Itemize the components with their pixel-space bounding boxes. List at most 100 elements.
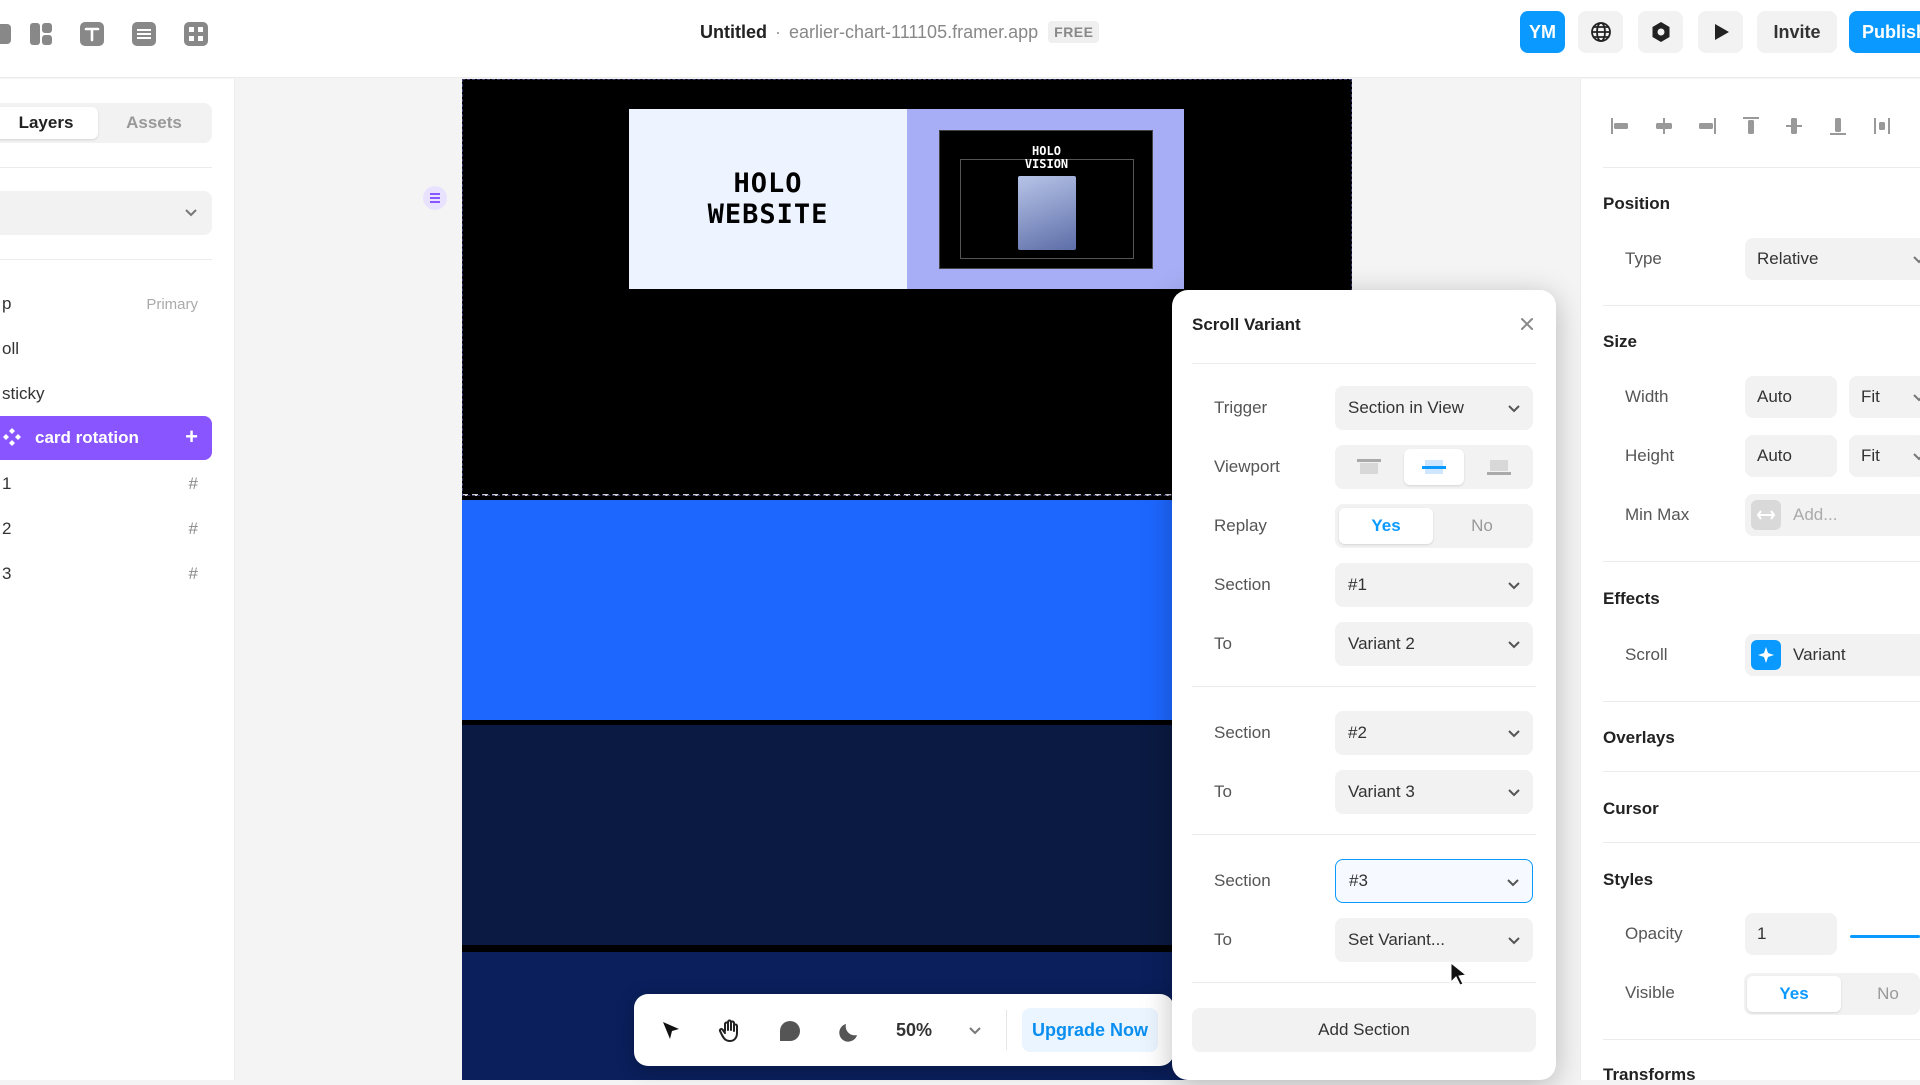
visible-yes[interactable]: Yes xyxy=(1747,976,1841,1012)
layer-item[interactable]: 3 # xyxy=(0,554,212,594)
layer-name: sticky xyxy=(2,384,45,403)
invite-button[interactable]: Invite xyxy=(1757,11,1837,53)
popup-title: Scroll Variant xyxy=(1192,315,1301,334)
hand-icon[interactable] xyxy=(715,1016,745,1046)
visible-no[interactable]: No xyxy=(1848,976,1920,1012)
hero-title: HOLO WEBSITE xyxy=(707,167,829,230)
layer-name: 3 xyxy=(2,564,12,583)
divider xyxy=(0,259,212,260)
viewport-top-option[interactable] xyxy=(1339,449,1399,485)
align-top-icon xyxy=(1357,459,1381,474)
width-mode-select[interactable]: Fit xyxy=(1849,376,1920,418)
layer-item[interactable]: p Primary xyxy=(0,284,212,324)
section-select[interactable]: #1 xyxy=(1335,563,1533,607)
to-label: To xyxy=(1214,634,1232,653)
align-bottom-icon[interactable] xyxy=(1825,113,1851,139)
sparkle-icon xyxy=(1751,640,1781,670)
align-bottom-icon xyxy=(1487,460,1511,475)
align-middle-icon[interactable] xyxy=(1781,113,1807,139)
layer-item[interactable]: 1 # xyxy=(0,464,212,504)
to-label: To xyxy=(1214,930,1232,949)
layer-item[interactable]: sticky xyxy=(0,374,212,414)
minmax-add[interactable]: Add... xyxy=(1745,494,1920,536)
divider xyxy=(1192,686,1536,687)
section-select[interactable]: #3 xyxy=(1335,859,1533,903)
viewport-center-option[interactable] xyxy=(1404,449,1464,485)
height-input[interactable]: Auto xyxy=(1745,435,1837,477)
frame-icon: # xyxy=(188,519,198,538)
section-value: #1 xyxy=(1348,575,1367,594)
globe-button[interactable] xyxy=(1578,11,1623,53)
frame-icon: # xyxy=(188,474,198,493)
text-icon[interactable] xyxy=(78,20,106,48)
position-heading: Position xyxy=(1603,194,1671,213)
layer-name: 1 xyxy=(2,474,12,493)
divider xyxy=(1603,561,1920,562)
minmax-placeholder: Add... xyxy=(1793,505,1838,524)
divider xyxy=(1192,982,1536,983)
scroll-effect-field[interactable]: Variant xyxy=(1745,634,1920,676)
to-label: To xyxy=(1214,782,1232,801)
page-selector[interactable] xyxy=(0,191,212,235)
tab-layers[interactable]: Layers xyxy=(0,107,98,139)
replay-no[interactable]: No xyxy=(1435,508,1529,544)
upgrade-button[interactable]: Upgrade Now xyxy=(1022,1008,1158,1052)
chevron-down-icon xyxy=(1913,256,1920,264)
viewport-bottom-option[interactable] xyxy=(1469,449,1529,485)
overlays-heading[interactable]: Overlays xyxy=(1603,728,1675,748)
align-center-h-icon[interactable] xyxy=(1651,113,1677,139)
zoom-selector[interactable]: 50% xyxy=(896,1010,984,1050)
frame-menu-handle[interactable] xyxy=(423,186,447,210)
publish-button[interactable]: Publish xyxy=(1849,11,1920,53)
align-top-icon[interactable] xyxy=(1738,113,1764,139)
close-icon[interactable] xyxy=(1518,315,1536,333)
to-variant-select[interactable]: Variant 3 xyxy=(1335,770,1533,814)
opacity-slider[interactable] xyxy=(1850,935,1920,938)
layer-item[interactable]: oll xyxy=(0,329,212,369)
section-value: #3 xyxy=(1349,871,1368,890)
layout-icon[interactable] xyxy=(27,20,55,48)
position-type-select[interactable]: Relative xyxy=(1745,238,1920,280)
trigger-value: Section in View xyxy=(1348,398,1464,417)
site-preview-image: HOLO VISION xyxy=(938,129,1153,269)
height-mode-select[interactable]: Fit xyxy=(1849,435,1920,477)
width-input[interactable]: Auto xyxy=(1745,376,1837,418)
layer-item[interactable]: 2 # xyxy=(0,509,212,549)
preview-button[interactable] xyxy=(1698,11,1743,53)
trigger-select[interactable]: Section in View xyxy=(1335,386,1533,430)
divider xyxy=(1603,1039,1920,1040)
cursor-heading[interactable]: Cursor xyxy=(1603,799,1659,819)
hero-card-left: HOLO WEBSITE xyxy=(629,109,907,289)
cursor-icon[interactable] xyxy=(656,1016,686,1046)
align-right-icon[interactable] xyxy=(1694,113,1720,139)
to-variant-select[interactable]: Set Variant... xyxy=(1335,918,1533,962)
visible-label: Visible xyxy=(1625,983,1675,1002)
to-variant-select[interactable]: Variant 2 xyxy=(1335,622,1533,666)
add-variant-icon[interactable]: + xyxy=(185,424,198,450)
settings-icon xyxy=(1652,22,1669,42)
section-select[interactable]: #2 xyxy=(1335,711,1533,755)
moon-icon[interactable] xyxy=(835,1016,865,1046)
zoom-value: 50% xyxy=(896,1019,933,1040)
insert-icon[interactable] xyxy=(0,20,14,48)
align-left-icon[interactable] xyxy=(1607,113,1633,139)
project-title[interactable]: Untitled · earlier-chart-111105.framer.a… xyxy=(700,20,1100,44)
add-section-button[interactable]: Add Section xyxy=(1192,1008,1536,1052)
opacity-input[interactable]: 1 xyxy=(1745,913,1837,955)
distribute-icon[interactable] xyxy=(1869,113,1895,139)
cms-icon[interactable] xyxy=(130,20,158,48)
replay-yes[interactable]: Yes xyxy=(1339,508,1433,544)
chevron-down-icon xyxy=(1508,582,1520,590)
layer-tag: Primary xyxy=(146,295,198,313)
components-icon[interactable] xyxy=(182,20,210,48)
user-avatar[interactable]: YM xyxy=(1520,11,1565,53)
align-center-icon xyxy=(1422,460,1446,474)
tab-assets[interactable]: Assets xyxy=(100,107,208,139)
settings-button[interactable] xyxy=(1638,11,1683,53)
comment-icon[interactable] xyxy=(775,1016,805,1046)
menu-icon xyxy=(430,193,440,203)
layer-item-card-rotation[interactable]: card rotation + xyxy=(0,416,212,460)
globe-icon xyxy=(1590,22,1611,42)
top-bar: Untitled · earlier-chart-111105.framer.a… xyxy=(0,0,1920,78)
hero-card[interactable]: HOLO WEBSITE HOLO VISION xyxy=(629,109,1184,289)
